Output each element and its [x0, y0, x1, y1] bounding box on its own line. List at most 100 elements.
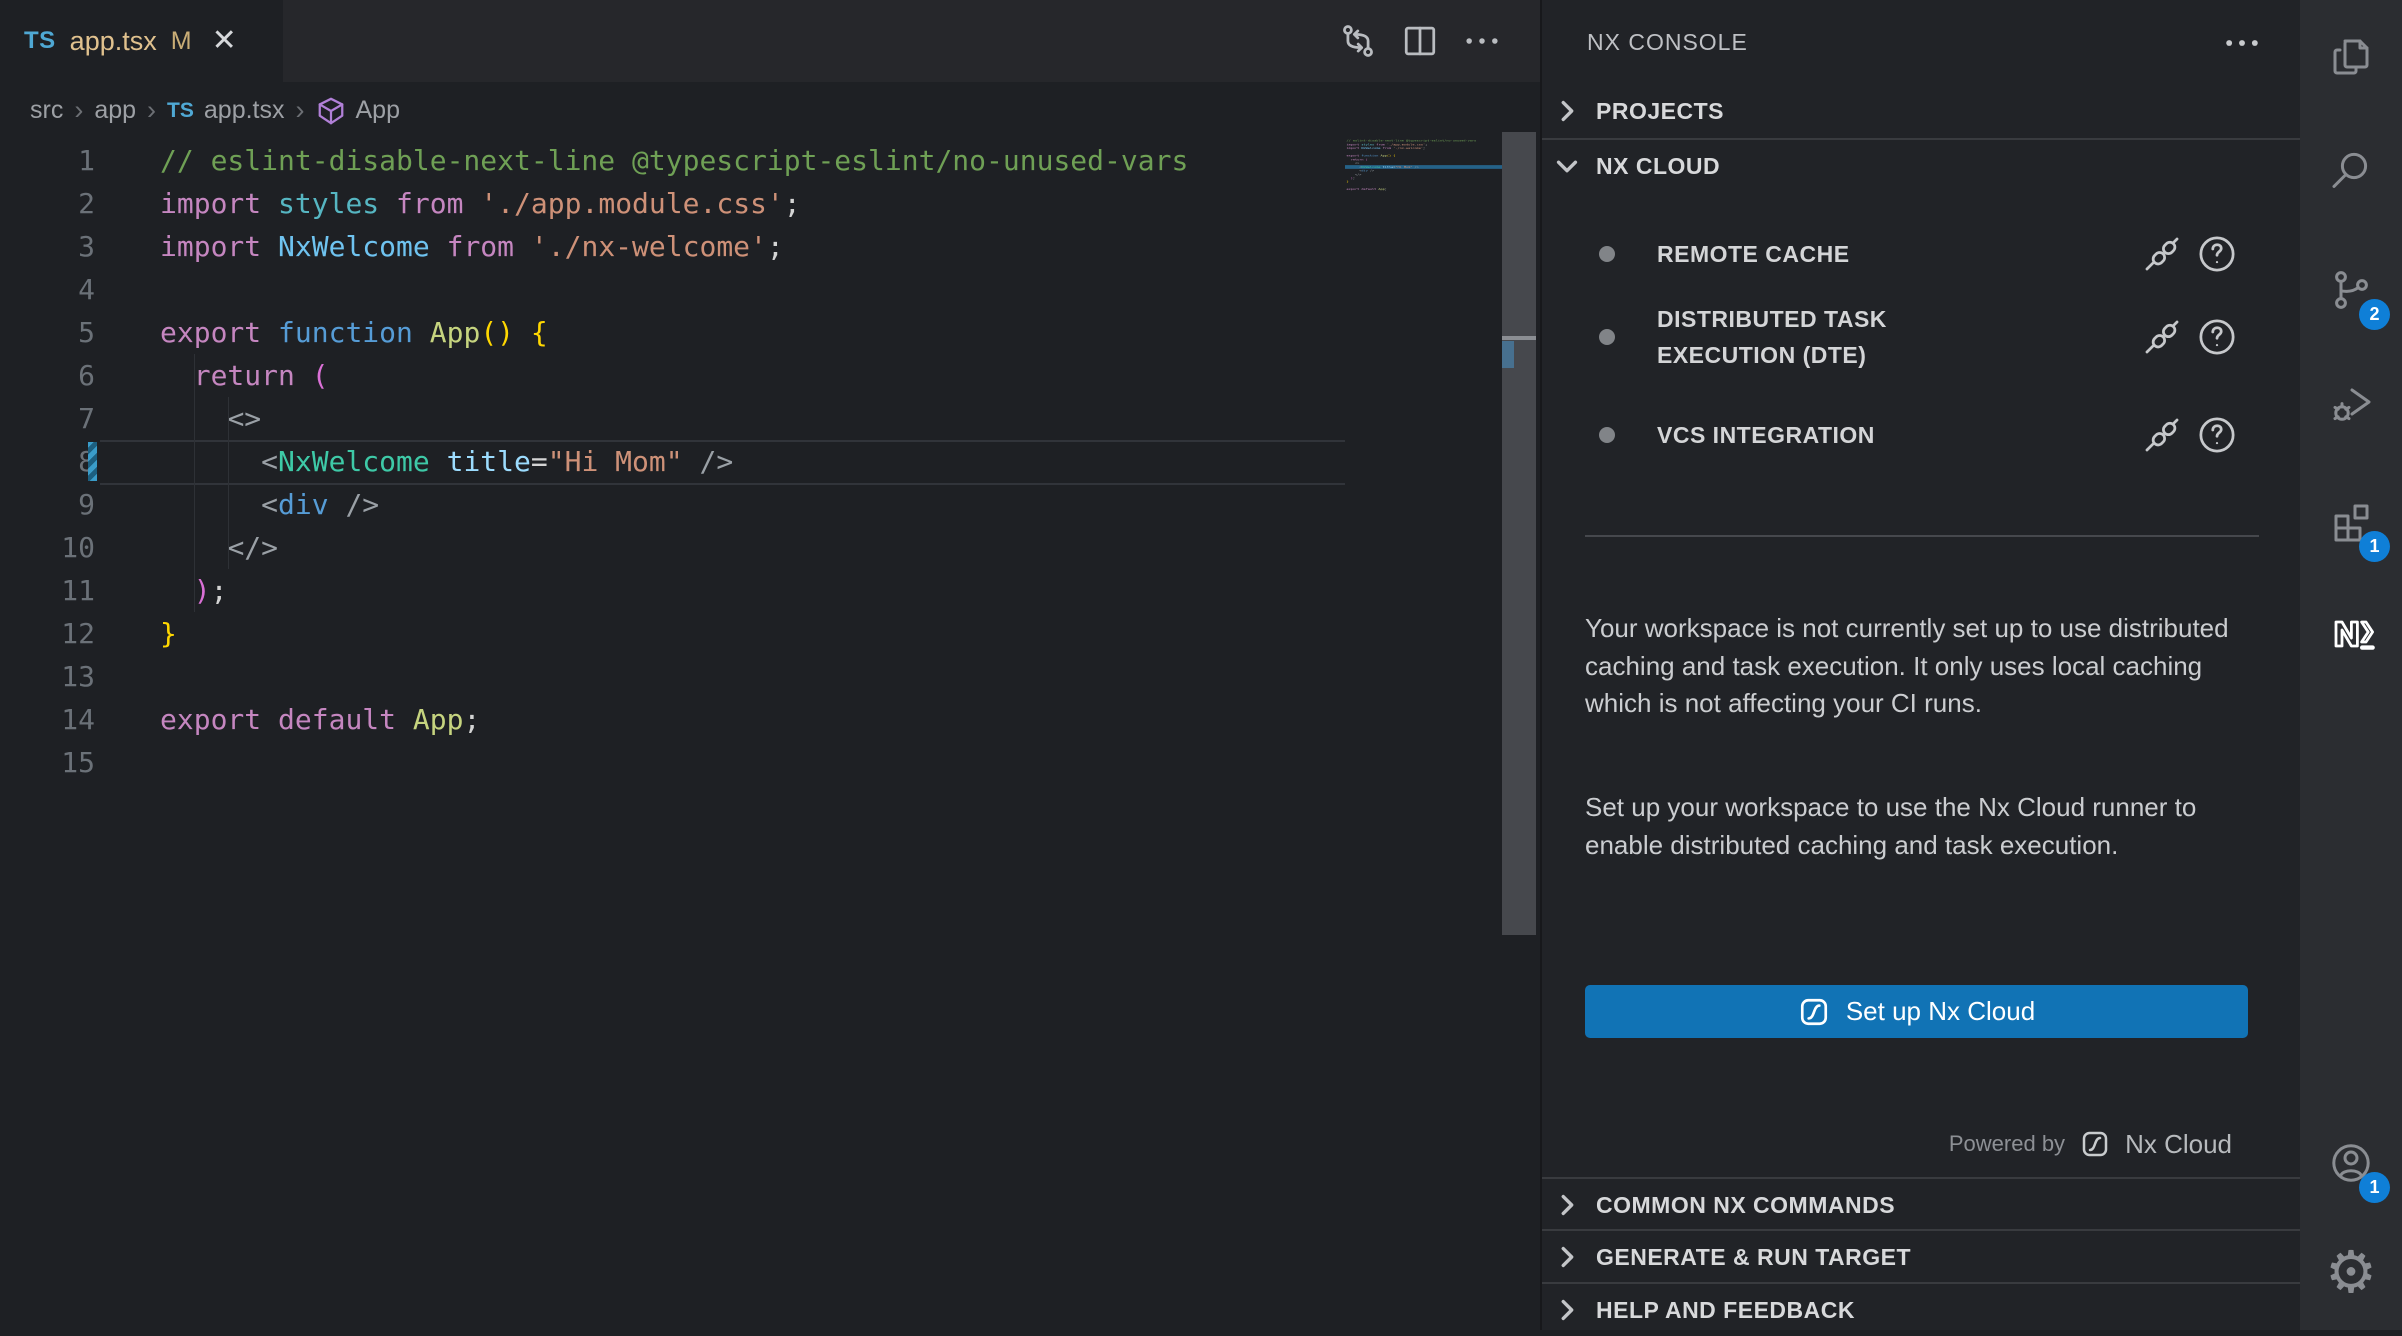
- code-line-15[interactable]: 15: [0, 741, 1345, 784]
- more-actions-icon[interactable]: [2218, 21, 2266, 65]
- breadcrumb-label: app: [94, 96, 136, 125]
- section-label: NX CLOUD: [1596, 153, 1720, 180]
- question-icon[interactable]: [2195, 413, 2239, 457]
- breadcrumb-label: app.tsx: [204, 96, 285, 125]
- line-number: 1: [0, 139, 95, 182]
- gutter-modified-marker: [88, 442, 97, 481]
- editor-scrollbar[interactable]: [1502, 132, 1536, 935]
- setup-nx-cloud-button[interactable]: Set up Nx Cloud: [1585, 985, 2248, 1038]
- code-line-15[interactable]: 15: [1345, 191, 1502, 195]
- line-number: 2: [0, 182, 95, 225]
- feature-label: REMOTE CACHE: [1657, 236, 1977, 272]
- line-number: 12: [0, 612, 95, 655]
- code-text: import NxWelcome from './nx-welcome';: [160, 225, 784, 268]
- source-control-icon[interactable]: 2: [2300, 242, 2402, 338]
- powered-by-label: Powered by: [1949, 1131, 2065, 1157]
- more-actions-icon[interactable]: [1460, 19, 1504, 63]
- scrollbar-modified-marker: [1502, 341, 1514, 368]
- explorer-icon[interactable]: [2300, 9, 2402, 105]
- code-text: }: [160, 612, 177, 655]
- line-number: 4: [0, 268, 95, 311]
- code-line-5[interactable]: 5export function App() {: [0, 311, 1345, 354]
- feature-distributed-task-execution-dte-: DISTRIBUTED TASK EXECUTION (DTE): [1599, 301, 2259, 373]
- breadcrumb-item-src[interactable]: src: [30, 96, 63, 125]
- section-header-generate-run-target[interactable]: GENERATE & RUN TARGET: [1542, 1229, 2300, 1283]
- breadcrumb: src›app›TSapp.tsx›App: [0, 82, 1345, 139]
- feature-remote-cache: REMOTE CACHE: [1599, 236, 2259, 272]
- code-line-3[interactable]: 3import NxWelcome from './nx-welcome';: [0, 225, 1345, 268]
- activity-bar: 2 1 1 ⚙: [2300, 0, 2402, 1330]
- extensions-icon[interactable]: 1: [2300, 474, 2402, 570]
- status-bullet: [1599, 427, 1615, 443]
- section-header-projects[interactable]: PROJECTS: [1542, 84, 2300, 138]
- tab-bar: TS app.tsx M ✕: [0, 0, 1540, 82]
- breadcrumb-label: App: [356, 96, 400, 125]
- chevron-right-icon: [1552, 1190, 1582, 1220]
- code-line-8[interactable]: 8 <NxWelcome title="Hi Mom" />: [0, 440, 1345, 483]
- section-header-nx-cloud[interactable]: NX CLOUD: [1542, 138, 2300, 192]
- breadcrumb-item-app[interactable]: app: [94, 96, 136, 125]
- settings-gear-icon[interactable]: ⚙: [2300, 1225, 2402, 1321]
- nx-cloud-logo-icon: [2080, 1129, 2110, 1159]
- code-line-12[interactable]: 12}: [0, 612, 1345, 655]
- connect-icon[interactable]: [2140, 315, 2184, 359]
- close-icon[interactable]: ✕: [212, 26, 237, 56]
- breadcrumb-separator: ›: [147, 95, 156, 126]
- accounts-icon[interactable]: 1: [2300, 1115, 2402, 1211]
- search-icon[interactable]: [2300, 122, 2402, 218]
- code-text: <div />: [160, 483, 379, 526]
- code-line-13[interactable]: 13: [0, 655, 1345, 698]
- class-cube-icon: [316, 96, 346, 126]
- chevron-right-icon: [1552, 1295, 1582, 1325]
- nx-cloud-description-2: Set up your workspace to use the Nx Clou…: [1585, 789, 2253, 864]
- minimap[interactable]: 1// eslint-disable-next-line @typescript…: [1345, 139, 1502, 839]
- editor-group: TS app.tsx M ✕ src›app›TSapp.tsx›App 1//…: [0, 0, 1540, 1330]
- section-label: PROJECTS: [1596, 98, 1724, 125]
- scrollbar-cursor-marker: [1502, 336, 1536, 340]
- feature-label: DISTRIBUTED TASK EXECUTION (DTE): [1657, 301, 1977, 373]
- breadcrumb-item-app[interactable]: App: [316, 96, 400, 126]
- breadcrumb-item-app-tsx[interactable]: TSapp.tsx: [167, 96, 284, 125]
- line-number: 11: [0, 569, 95, 612]
- powered-by: Powered by Nx Cloud: [1949, 1121, 2232, 1167]
- badge: 1: [2359, 1172, 2390, 1203]
- status-bullet: [1599, 246, 1615, 262]
- code-editor[interactable]: 1// eslint-disable-next-line @typescript…: [0, 139, 1345, 784]
- nx-cloud-logo-icon: [1798, 996, 1830, 1028]
- tab-app-tsx[interactable]: TS app.tsx M ✕: [0, 0, 283, 82]
- connect-icon[interactable]: [2140, 413, 2184, 457]
- line-number: 7: [0, 397, 95, 440]
- question-icon[interactable]: [2195, 315, 2239, 359]
- badge: 2: [2359, 299, 2390, 330]
- chevron-right-icon: [1552, 96, 1582, 126]
- panel-title: NX CONSOLE: [1587, 29, 1748, 56]
- indent-guide: [228, 397, 229, 569]
- section-header-common-nx-commands[interactable]: COMMON NX COMMANDS: [1542, 1177, 2300, 1231]
- question-icon[interactable]: [2195, 232, 2239, 276]
- connect-icon[interactable]: [2140, 232, 2184, 276]
- code-line-14[interactable]: 14export default App;: [0, 698, 1345, 741]
- run-debug-icon[interactable]: [2300, 355, 2402, 451]
- breadcrumb-label: src: [30, 96, 63, 125]
- code-line-11[interactable]: 11 );: [0, 569, 1345, 612]
- code-text: return (: [160, 354, 329, 397]
- section-label: HELP AND FEEDBACK: [1596, 1297, 1855, 1324]
- code-line-7[interactable]: 7 <>: [0, 397, 1345, 440]
- code-line-10[interactable]: 10 </>: [0, 526, 1345, 569]
- chevron-down-icon: [1552, 151, 1582, 181]
- code-line-9[interactable]: 9 <div />: [0, 483, 1345, 526]
- section-header-help-and-feedback[interactable]: HELP AND FEEDBACK: [1542, 1282, 2300, 1336]
- code-line-2[interactable]: 2import styles from './app.module.css';: [0, 182, 1345, 225]
- modified-badge: M: [171, 27, 192, 56]
- nx-console-icon[interactable]: [2300, 585, 2402, 681]
- section-label: GENERATE & RUN TARGET: [1596, 1244, 1911, 1271]
- nx-cloud-brand: Nx Cloud: [2125, 1129, 2232, 1160]
- line-number: 15: [0, 741, 95, 784]
- code-line-1[interactable]: 1// eslint-disable-next-line @typescript…: [0, 139, 1345, 182]
- code-line-4[interactable]: 4: [0, 268, 1345, 311]
- split-editor-icon[interactable]: [1398, 19, 1442, 63]
- open-changes-icon[interactable]: [1336, 19, 1380, 63]
- tab-label: app.tsx: [70, 26, 157, 57]
- code-text: export default App;: [160, 698, 480, 741]
- code-line-6[interactable]: 6 return (: [0, 354, 1345, 397]
